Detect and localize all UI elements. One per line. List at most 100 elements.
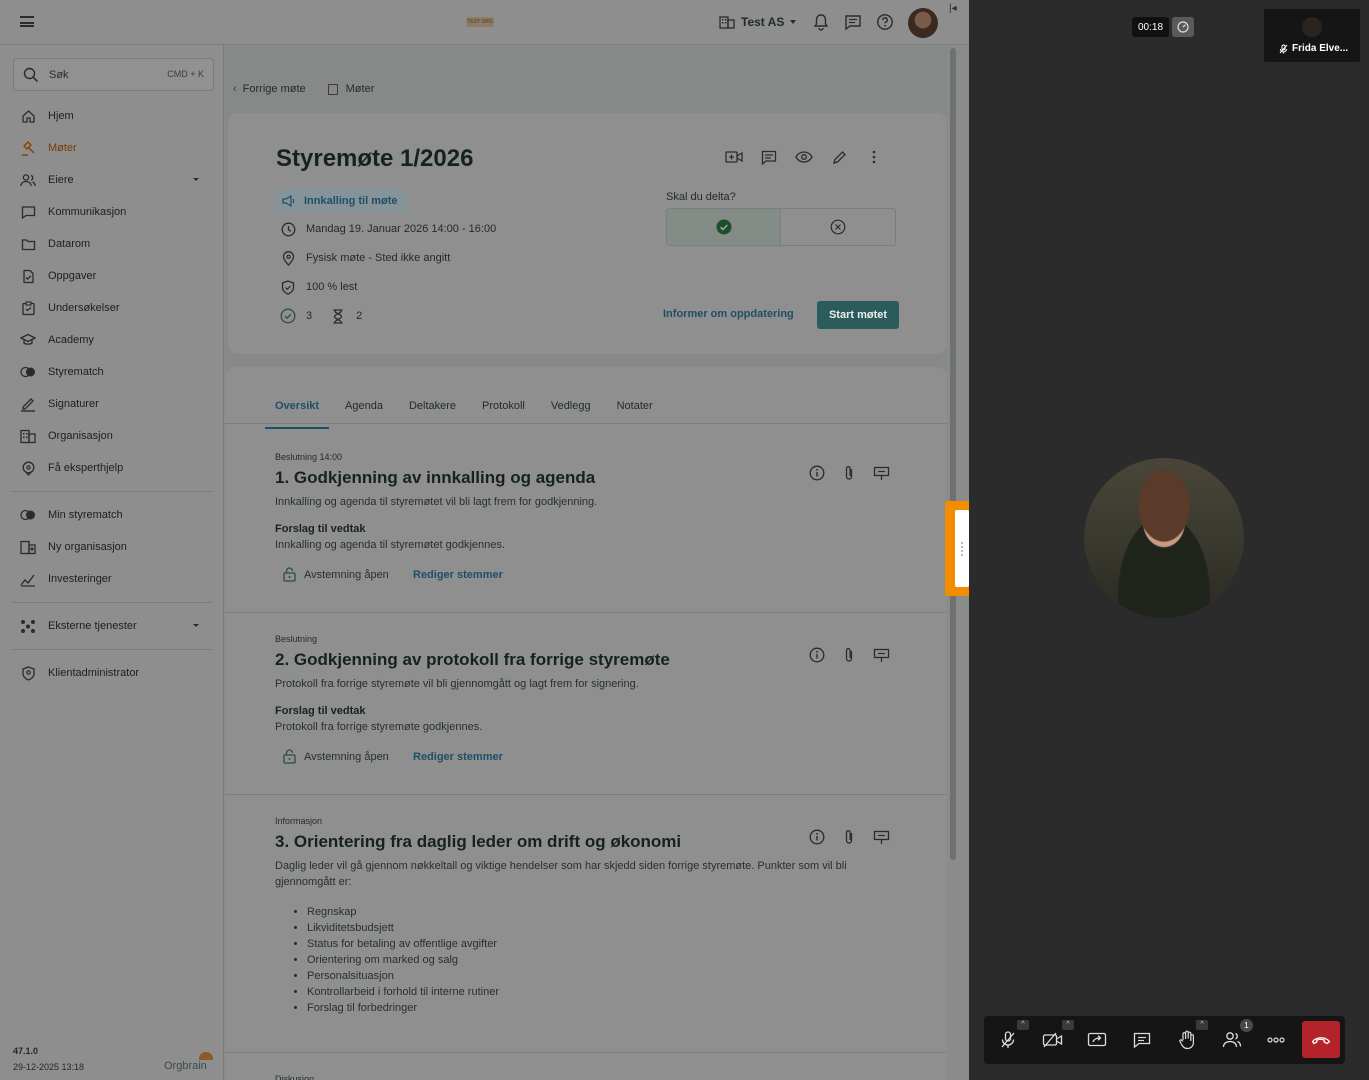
tab-deltakere[interactable]: Deltakere: [409, 400, 456, 420]
sidebar-item-min-styrematch[interactable]: Min styrematch: [0, 499, 224, 531]
agenda-item-type: Beslutning 14:00: [275, 452, 343, 462]
sidebar-item-styrematch[interactable]: Styrematch: [0, 356, 224, 388]
search-input[interactable]: Søk CMD + K: [13, 58, 214, 91]
org-selector[interactable]: Test AS: [719, 13, 797, 31]
sidebar-item-klientadministrator[interactable]: Klientadministrator: [0, 657, 224, 689]
edit-votes-link[interactable]: Rediger stemmer: [413, 569, 503, 581]
agenda-item-title[interactable]: 3. Orientering fra daglig leder om drift…: [275, 832, 681, 852]
more-vertical-icon[interactable]: [864, 147, 884, 167]
rsvp-yes-button[interactable]: [667, 209, 781, 245]
comment-icon[interactable]: [759, 147, 779, 167]
search-icon: [23, 67, 39, 83]
agenda-item-title[interactable]: 1. Godkjenning av innkalling og agenda: [275, 468, 595, 488]
building-add-icon: [20, 539, 36, 555]
meetings-link[interactable]: Møter: [346, 83, 375, 95]
message-icon[interactable]: [844, 13, 862, 31]
proposal-text: Innkalling og agenda til styremøtet godk…: [275, 539, 505, 551]
list-item: Forslag til forbedringer: [307, 1000, 499, 1016]
attachment-icon[interactable]: [840, 464, 858, 482]
attachment-icon[interactable]: [840, 828, 858, 846]
tab-protokoll[interactable]: Protokoll: [482, 400, 525, 420]
folder-icon: [20, 236, 36, 252]
help-icon[interactable]: [876, 13, 894, 31]
gavel-icon: [20, 140, 36, 156]
start-meeting-button[interactable]: Start møtet: [817, 301, 899, 329]
edit-icon[interactable]: [829, 147, 849, 167]
agenda-item-title[interactable]: 2. Godkjenning av protokoll fra forrige …: [275, 650, 670, 670]
sidebar-item-eiere[interactable]: Eiere: [0, 164, 224, 196]
location-text: Fysisk møte - Sted ikke angitt: [306, 252, 451, 264]
presentation-icon[interactable]: [872, 828, 890, 846]
attachment-icon[interactable]: [840, 646, 858, 664]
top-bar: TEST ORG Test AS |◂: [0, 0, 969, 45]
eye-icon[interactable]: [794, 147, 814, 167]
people-icon: [20, 172, 36, 188]
status-badge: Innkalling til møte: [276, 189, 408, 213]
sidebar-item-ny-organisasjon[interactable]: Ny organisasjon: [0, 531, 224, 563]
user-avatar[interactable]: [908, 8, 938, 38]
participant-video[interactable]: [1084, 458, 1244, 618]
vote-status-text: Avstemning åpen: [304, 568, 389, 581]
hang-up-button[interactable]: [1302, 1021, 1340, 1058]
menu-icon[interactable]: [20, 16, 34, 27]
tab-vedlegg[interactable]: Vedlegg: [551, 400, 591, 420]
video-add-icon[interactable]: [724, 147, 744, 167]
tab-oversikt[interactable]: Oversikt: [264, 400, 330, 429]
collapse-panel-icon[interactable]: |◂: [949, 3, 957, 14]
mic-toggle-button[interactable]: [996, 1028, 1020, 1052]
chart-icon: [20, 571, 36, 587]
sidebar-item-oppgaver[interactable]: Oppgaver: [0, 260, 224, 292]
sidebar-item-label: Organisasjon: [48, 430, 113, 442]
sidebar-item-kommunikasjon[interactable]: Kommunikasjon: [0, 196, 224, 228]
sidebar-item-investeringer[interactable]: Investeringer: [0, 563, 224, 595]
presentation-icon[interactable]: [872, 646, 890, 664]
raise-hand-button[interactable]: [1175, 1028, 1199, 1052]
org-logo[interactable]: TEST ORG: [466, 17, 494, 27]
sidebar-item-organisasjon[interactable]: Organisasjon: [0, 420, 224, 452]
camera-toggle-button[interactable]: [1041, 1028, 1065, 1052]
check-filled-icon: [716, 219, 731, 235]
proposal-label: Forslag til vedtak: [275, 705, 366, 717]
edit-votes-link[interactable]: Rediger stemmer: [413, 751, 503, 763]
more-options-button[interactable]: [1264, 1028, 1288, 1052]
participants-button[interactable]: [1220, 1028, 1244, 1052]
scrollbar[interactable]: [950, 48, 956, 860]
share-screen-button[interactable]: [1085, 1028, 1109, 1052]
rsvp-no-button[interactable]: [781, 209, 895, 245]
sidebar-item-signaturer[interactable]: Signaturer: [0, 388, 224, 420]
bell-icon[interactable]: [812, 13, 830, 31]
close-circle-icon: [830, 219, 846, 235]
sidebar-item-academy[interactable]: Academy: [0, 324, 224, 356]
previous-meeting-link[interactable]: Forrige møte: [243, 83, 306, 95]
apps-icon: [20, 618, 36, 634]
sidebar-item-undersokelser[interactable]: Undersøkelser: [0, 292, 224, 324]
divider: [12, 649, 212, 650]
sidebar-item-eksterne-tjenester[interactable]: Eksterne tjenester: [0, 610, 224, 642]
info-icon[interactable]: [808, 464, 826, 482]
info-icon[interactable]: [808, 646, 826, 664]
participants-icon: [1222, 1032, 1242, 1048]
agenda-item-actions: [808, 646, 890, 664]
sidebar-item-hjem[interactable]: Hjem: [0, 100, 224, 132]
list-item: Likviditetsbudsjett: [307, 920, 499, 936]
vote-status: Avstemning åpen: [283, 567, 389, 582]
attendance-summary: 3 2: [280, 308, 362, 324]
self-view-tile[interactable]: Frida Elve...: [1264, 9, 1360, 62]
inform-update-link[interactable]: Informer om oppdatering: [663, 308, 794, 320]
call-stats-button[interactable]: [1172, 17, 1194, 37]
call-timer: 00:18: [1132, 17, 1170, 37]
match-icon: [20, 507, 36, 523]
sidebar-item-eksperthjelp[interactable]: Få eksperthjelp: [0, 452, 224, 484]
academy-icon: [20, 332, 36, 348]
sidebar-item-moter[interactable]: Møter: [0, 132, 224, 164]
info-icon[interactable]: [808, 828, 826, 846]
location-pin-icon: [280, 250, 296, 266]
chat-button[interactable]: [1130, 1028, 1154, 1052]
presentation-icon[interactable]: [872, 464, 890, 482]
tab-agenda[interactable]: Agenda: [345, 400, 383, 420]
chevron-down-icon: [193, 178, 199, 181]
rsvp-question: Skal du delta?: [666, 191, 736, 203]
sidebar-item-datarom[interactable]: Datarom: [0, 228, 224, 260]
tab-notater[interactable]: Notater: [617, 400, 653, 420]
build-date: 29-12-2025 13:18: [13, 1062, 85, 1072]
